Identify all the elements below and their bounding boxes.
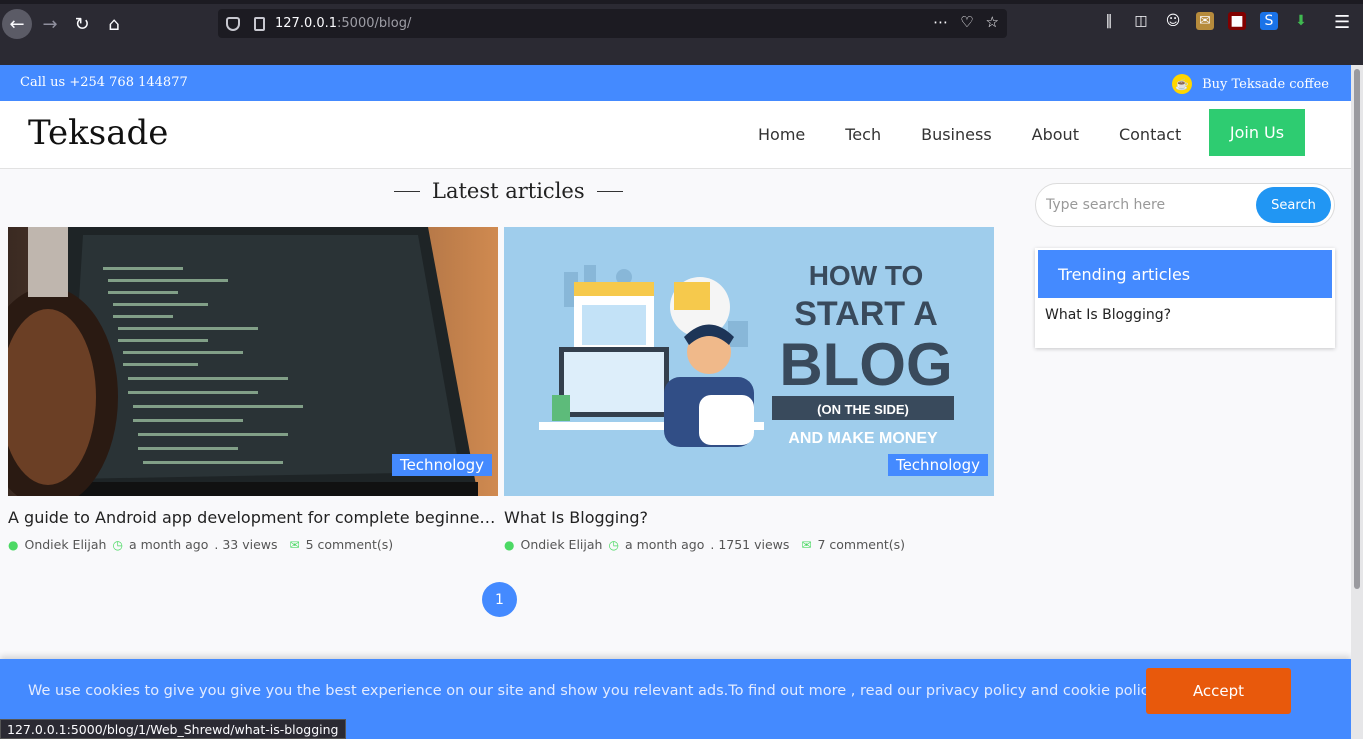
back-icon[interactable]: ← [2,9,32,39]
tracking-shield-icon[interactable] [226,16,240,31]
article-card[interactable]: Technology A guide to Android app develo… [8,227,498,552]
nav-about[interactable]: About [1032,125,1079,144]
forward-icon[interactable]: → [36,10,64,38]
home-icon[interactable]: ⌂ [100,10,128,38]
site-header: Teksade Home Tech Business About Contact… [0,101,1351,169]
coffee-cup-icon: ☕ [1172,74,1193,94]
article-title[interactable]: What Is Blogging? [504,508,994,527]
author-name: Ondiek Elijah [520,537,603,552]
heading-dash [394,190,420,192]
category-badge[interactable]: Technology [887,454,988,476]
more-actions-icon[interactable]: ⋯ [933,13,948,31]
search-button[interactable]: Search [1256,187,1331,223]
article-thumbnail-blog[interactable]: HOW TO START A BLOG (ON THE SIDE) AND MA… [504,227,994,496]
buy-coffee-link[interactable]: ☕ Buy Teksade coffee [1172,74,1329,94]
accept-cookies-button[interactable]: Accept [1146,668,1291,714]
buy-coffee-label[interactable]: Buy Teksade coffee [1202,77,1329,92]
svg-text:BLOG: BLOG [779,331,952,398]
web-page: Call us +254 768 144877 ☕ Buy Teksade co… [0,65,1351,739]
svg-text:(ON THE SIDE): (ON THE SIDE) [817,402,909,417]
url-bar[interactable]: 127.0.0.1:5000/blog/ ⋯ ♡ ☆ [218,9,1007,38]
section-title: Latest articles [432,179,585,203]
nav-business[interactable]: Business [921,125,992,144]
call-us-text: Call us +254 768 144877 [20,75,188,90]
comment-count: 7 comment(s) [817,537,906,552]
article-meta: ● Ondiek Elijah ◷ a month ago . 33 views… [8,537,498,552]
contact-strip: Call us +254 768 144877 ☕ Buy Teksade co… [0,65,1351,101]
user-icon: ● [504,537,515,552]
view-count: . 1751 views [710,537,790,552]
clock-icon: ◷ [112,537,123,552]
comments-icon: ✉ [289,537,300,552]
library-icon[interactable]: ‖ [1100,12,1118,30]
post-time: a month ago [624,537,705,552]
nav-contact[interactable]: Contact [1119,125,1181,144]
svg-text:AND MAKE MONEY: AND MAKE MONEY [788,430,938,447]
ublock-icon[interactable]: ■ [1228,12,1246,30]
nav-tech[interactable]: Tech [845,125,881,144]
svg-text:START A: START A [794,295,938,333]
s-extension-icon[interactable]: S [1260,12,1278,30]
link-status-bar: 127.0.0.1:5000/blog/1/Web_Shrewd/what-is… [0,719,346,739]
browser-toolbar: ← → ↻ ⌂ 127.0.0.1:5000/blog/ ⋯ ♡ ☆ ‖ ◫ ☺… [0,0,1363,65]
comment-count: 5 comment(s) [305,537,394,552]
cookie-message: We use cookies to give you give you the … [28,683,1158,699]
page-info-icon[interactable] [254,16,265,31]
extension-icon[interactable]: ✉ [1196,12,1214,30]
hamburger-menu-icon[interactable]: ☰ [1334,12,1350,33]
scrollbar-thumb[interactable] [1354,69,1360,589]
heading-dash [596,190,623,192]
view-count: . 33 views [214,537,278,552]
user-icon: ● [8,537,19,552]
search-input[interactable] [1046,194,1246,216]
article-card[interactable]: HOW TO START A BLOG (ON THE SIDE) AND MA… [504,227,994,552]
site-logo[interactable]: Teksade [28,113,168,153]
article-meta: ● Ondiek Elijah ◷ a month ago . 1751 vie… [504,537,994,552]
article-thumbnail-laptop[interactable]: Technology [8,227,498,496]
svg-text:HOW TO: HOW TO [809,260,924,291]
tab-strip [0,0,1363,4]
post-time: a month ago [128,537,209,552]
trending-item[interactable]: What Is Blogging? [1045,307,1171,323]
article-title[interactable]: A guide to Android app development for c… [8,508,498,527]
latest-articles-heading: Latest articles [394,179,623,203]
sidebar-icon[interactable]: ◫ [1132,12,1150,30]
reload-icon[interactable]: ↻ [68,10,96,38]
account-icon[interactable]: ☺ [1164,12,1182,30]
clock-icon: ◷ [608,537,619,552]
pocket-icon[interactable]: ♡ [960,13,973,31]
author-name: Ondiek Elijah [24,537,107,552]
search-box: Search [1035,183,1335,227]
trending-articles-panel: Trending articles What Is Blogging? [1035,248,1335,348]
download-icon[interactable]: ⬇ [1292,12,1310,30]
page-scrollbar[interactable] [1351,65,1363,739]
join-us-button[interactable]: Join Us [1209,109,1305,156]
main-nav: Home Tech Business About Contact [740,125,1221,144]
url-text[interactable]: 127.0.0.1:5000/blog/ [275,16,411,31]
category-badge[interactable]: Technology [391,454,492,476]
bookmark-star-icon[interactable]: ☆ [986,13,999,31]
comments-icon: ✉ [801,537,812,552]
trending-title: Trending articles [1038,250,1332,298]
nav-home[interactable]: Home [758,125,805,144]
pagination-page-1[interactable]: 1 [482,582,517,617]
